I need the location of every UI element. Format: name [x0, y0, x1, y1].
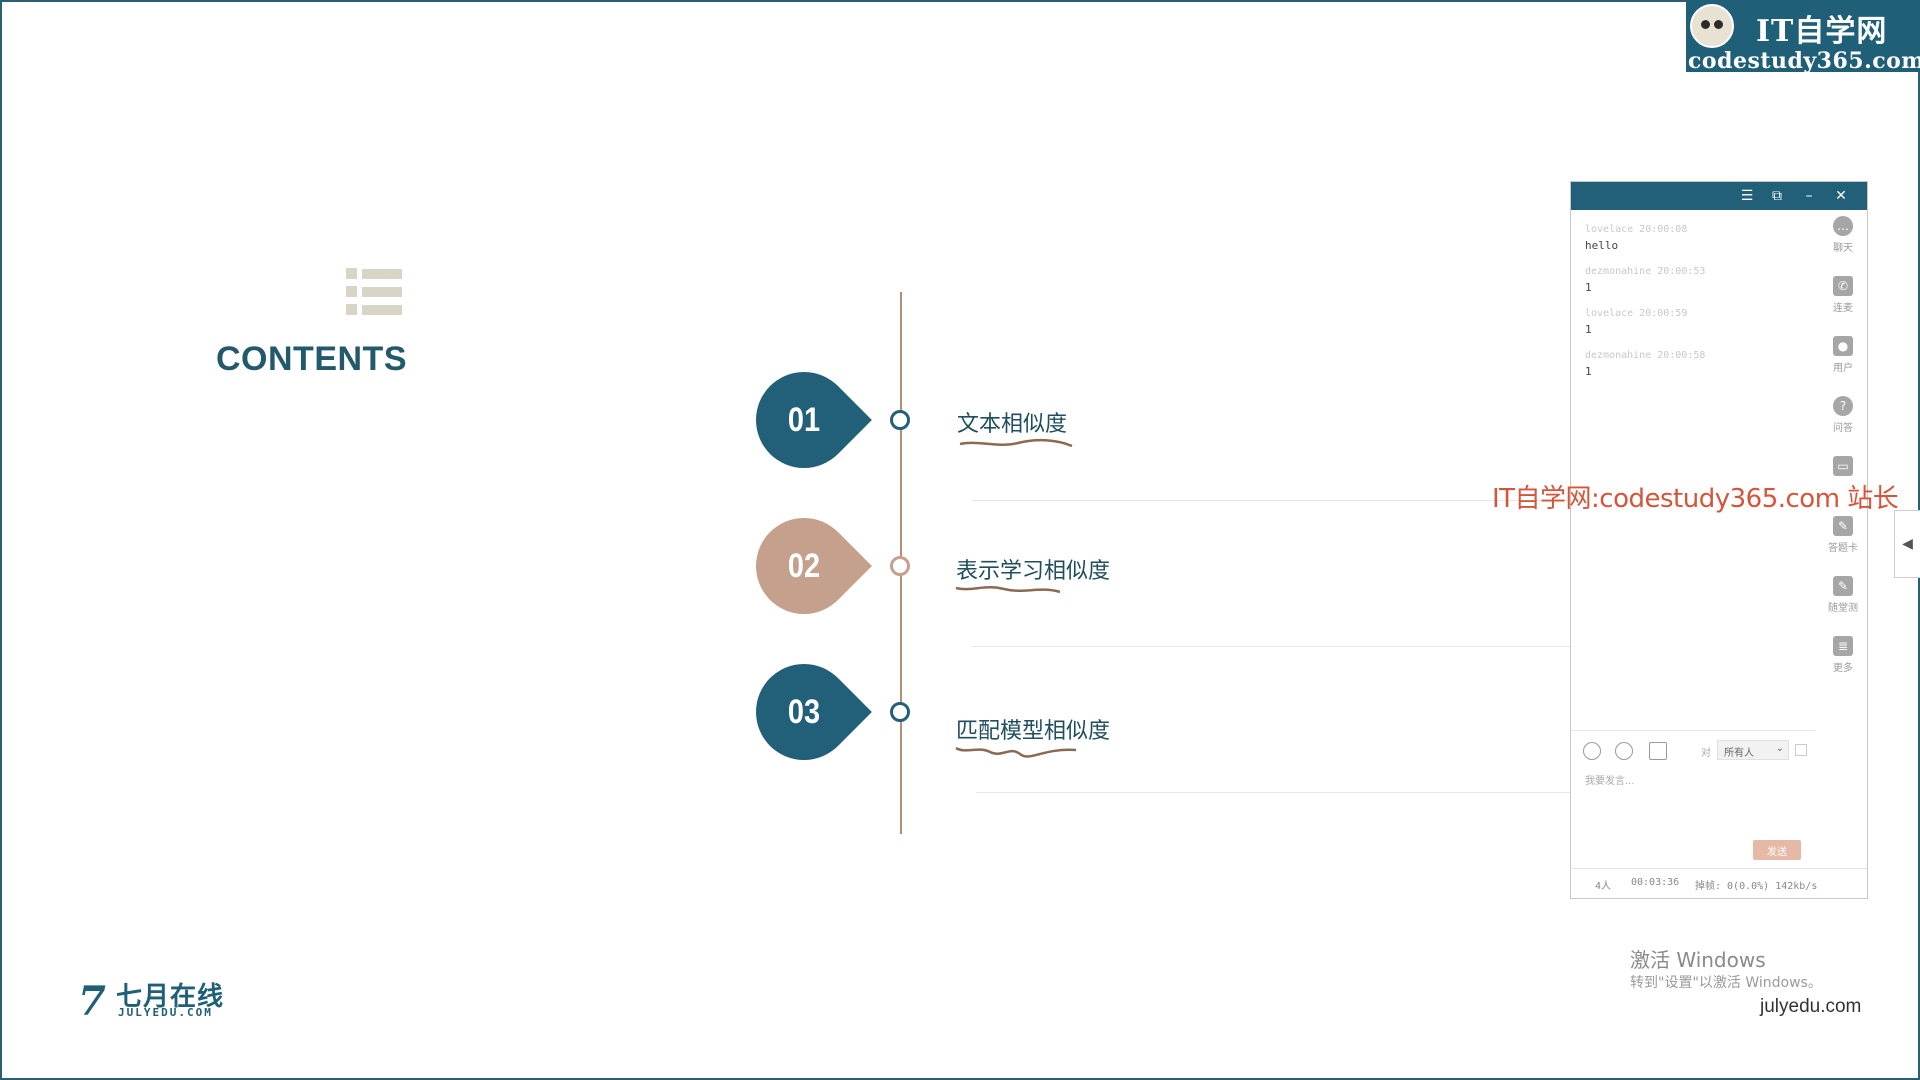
monkey-logo-icon [1690, 4, 1734, 48]
chat-titlebar: ☰ ⧉ – ✕ [1571, 182, 1867, 210]
contents-list-icon [346, 268, 402, 318]
divider-02 [972, 646, 1570, 647]
badge-03-number: 03 [787, 692, 821, 731]
tool-answer-card[interactable]: ✎ 答题卡 [1819, 516, 1867, 554]
elapsed-time: 00:03:36 [1631, 877, 1680, 888]
restore-icon[interactable]: ⧉ [1763, 184, 1791, 208]
recipient-value: 所有人 [1724, 748, 1754, 759]
tool-label: 问答 [1833, 423, 1853, 434]
emoji-icon[interactable] [1583, 742, 1601, 760]
recipient-label: 对 [1701, 748, 1711, 759]
tool-call[interactable]: ✆ 连麦 [1819, 276, 1867, 314]
chat-icon: … [1833, 216, 1853, 236]
collapse-arrow-icon[interactable]: ◀ [1894, 510, 1920, 578]
divider-01 [972, 500, 1570, 501]
message-body: 1 [1585, 365, 1592, 378]
minimize-icon[interactable]: – [1795, 184, 1823, 208]
recipient-select[interactable]: 所有人 ⌄ [1717, 740, 1789, 760]
chevron-down-icon: ⌄ [1775, 743, 1784, 754]
user-icon: ● [1833, 336, 1853, 356]
badge-02-number: 02 [787, 546, 821, 585]
message-header: dezmonahine 20:00:53 [1585, 266, 1706, 277]
message-body: 1 [1585, 323, 1592, 336]
tool-chat[interactable]: … 聊天 [1819, 216, 1867, 254]
list-item: lovelace 20:00:59 1 [1585, 308, 1815, 336]
contents-title: CONTENTS [216, 340, 407, 378]
message-body: hello [1585, 239, 1619, 252]
tool-quiz[interactable]: ✎ 随堂测 [1819, 576, 1867, 614]
item-01-underline [959, 438, 1073, 448]
phone-icon: ✆ [1833, 276, 1853, 296]
screen-icon: ▭ [1833, 456, 1853, 476]
item-03-label: 匹配模型相似度 [956, 719, 1111, 744]
tool-label: 随堂测 [1828, 603, 1858, 614]
badge-01-number: 01 [787, 400, 821, 439]
activate-windows-subtitle: 转到"设置"以激活 Windows。 [1630, 975, 1822, 991]
list-item: lovelace 20:00:08 hello [1585, 224, 1815, 252]
chat-separator [1571, 730, 1815, 731]
private-checkbox[interactable] [1795, 744, 1807, 756]
tool-label: 答题卡 [1828, 543, 1858, 554]
item-03-underline [955, 746, 1077, 758]
message-header: lovelace 20:00:59 [1585, 308, 1688, 319]
online-count: 4人 [1595, 881, 1612, 892]
timeline-node-01 [890, 410, 910, 430]
quiz-icon: ✎ [1833, 576, 1853, 596]
tool-label: 更多 [1833, 663, 1853, 674]
message-header: dezmonahine 20:00:58 [1585, 350, 1706, 361]
activate-windows-title: 激活 Windows [1630, 948, 1766, 972]
chat-status-bar: 4人 00:03:36 掉帧: 0(0.0%) 142kb/s [1571, 868, 1867, 897]
network-stats: 掉帧: 0(0.0%) 142kb/s [1695, 881, 1818, 892]
list-item: dezmonahine 20:00:58 1 [1585, 350, 1815, 378]
watermark-text: IT自学网:codestudy365.com 站长 [1492, 484, 1899, 514]
watermark-subtitle: codestudy365.com [1688, 48, 1920, 74]
close-icon[interactable]: ✕ [1827, 184, 1855, 208]
tool-label: 用户 [1833, 363, 1853, 374]
question-icon: ? [1833, 396, 1853, 416]
watermark-title: IT自学网 [1756, 14, 1888, 49]
timeline-node-02 [890, 556, 910, 576]
message-header: lovelace 20:00:08 [1585, 224, 1688, 235]
timeline-node-03 [890, 702, 910, 722]
bubble-icon[interactable] [1615, 742, 1633, 760]
tool-qa[interactable]: ? 问答 [1819, 396, 1867, 434]
answer-card-icon: ✎ [1833, 516, 1853, 536]
item-01-label: 文本相似度 [957, 412, 1068, 437]
divider-03 [976, 792, 1570, 793]
compose-toolbar: 对 所有人 ⌄ [1581, 739, 1821, 763]
more-icon: ≣ [1833, 636, 1853, 656]
tool-label: 连麦 [1833, 303, 1853, 314]
message-input[interactable]: 我要发言... [1585, 772, 1635, 787]
julyedu-logo: 7 七月在线 JULYEDU.COM [78, 976, 238, 1025]
image-icon[interactable] [1649, 742, 1667, 760]
item-02-label: 表示学习相似度 [956, 559, 1111, 584]
live-chat-panel: ☰ ⧉ – ✕ lovelace 20:00:08 hello dezmonah… [1570, 181, 1868, 899]
list-item: dezmonahine 20:00:53 1 [1585, 266, 1815, 294]
tool-more[interactable]: ≣ 更多 [1819, 636, 1867, 674]
send-button[interactable]: 发送 [1753, 840, 1801, 860]
message-body: 1 [1585, 281, 1592, 294]
site-url: julyedu.com [1760, 996, 1862, 1017]
item-02-underline [955, 586, 1061, 594]
menu-icon[interactable]: ☰ [1733, 184, 1761, 208]
tool-screen[interactable]: ▭ [1819, 456, 1867, 476]
message-list[interactable]: lovelace 20:00:08 hello dezmonahine 20:0… [1585, 224, 1815, 392]
tool-label: 聊天 [1833, 243, 1853, 254]
watermark-badge: IT自学网 codestudy365.com [1686, 0, 1920, 74]
tool-users[interactable]: ● 用户 [1819, 336, 1867, 374]
logo-mark: 7 [78, 978, 106, 1025]
logo-english: JULYEDU.COM [118, 1006, 213, 1019]
